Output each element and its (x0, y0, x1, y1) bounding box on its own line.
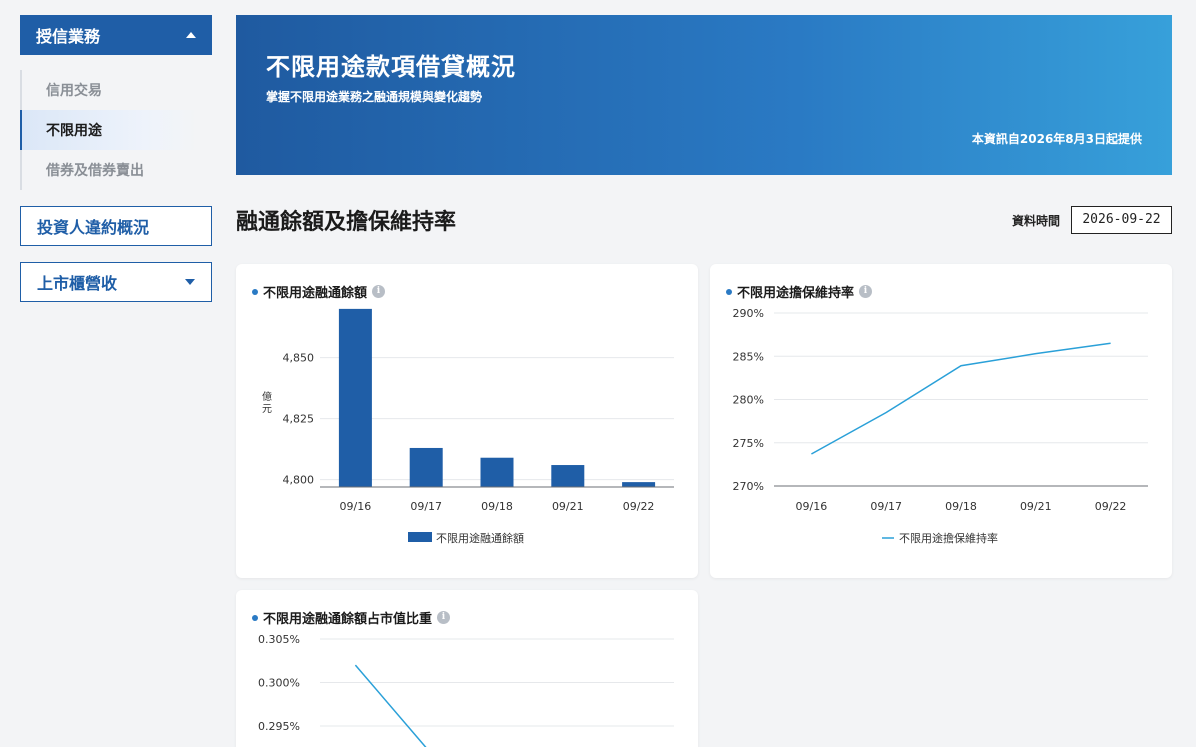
series-line (811, 342, 1111, 455)
bar (551, 465, 585, 487)
x-tick-label: 09/21 (552, 500, 584, 513)
line-chart: 0.295% 0.300% 0.305% (258, 633, 674, 747)
sidebar-item-label: 信用交易 (46, 83, 102, 99)
y-tick-label: 4,800 (283, 474, 315, 487)
bar-chart: 4,800 4,825 4,850 億元 09/16 09/17 09/18 09/21 09/… (262, 308, 674, 545)
sidebar-section-revenue[interactable]: 上市櫃營收 (20, 262, 212, 302)
sidebar-section-credit[interactable]: 授信業務 (20, 15, 212, 55)
y-tick-label: 0.295% (258, 720, 300, 733)
y-tick-label: 270% (733, 480, 764, 493)
date-picker-input[interactable]: 2026-09-22 (1071, 206, 1172, 234)
x-tick-label: 09/18 (945, 500, 977, 513)
chart-card-balance: 不限用途融通餘額 i 4,800 4,825 4,850 億元 09/16 09/17 09… (236, 264, 698, 578)
sidebar-item-securities-lending[interactable]: 借券及借券賣出 (22, 150, 212, 190)
data-availability-note: 本資訊自2026年8月3日起提供 (971, 132, 1142, 146)
series-line (354, 664, 427, 747)
y-tick-label: 0.300% (258, 677, 300, 690)
y-tick-label: 4,825 (283, 413, 315, 426)
sidebar-section-label: 上市櫃營收 (37, 274, 118, 293)
chart-card-maintenance-ratio: 不限用途擔保維持率 i 270% 275% 280% 285% 290% 09/16 09/… (710, 264, 1172, 578)
y-tick-label: 275% (733, 437, 764, 450)
page-banner: 不限用途款項借貸概況 掌握不限用途業務之融通規模與變化趨勢 本資訊自2026年8… (236, 15, 1172, 175)
legend-label: 不限用途擔保維持率 (899, 531, 998, 545)
sidebar-section-label: 授信業務 (36, 27, 101, 46)
section-title: 融通餘額及擔保維持率 (236, 210, 457, 235)
bar (409, 447, 443, 487)
y-tick-label: 290% (733, 307, 764, 320)
date-label: 資料時間 (1012, 214, 1061, 228)
y-axis-label: 元 (262, 404, 272, 415)
sidebar: 授信業務 信用交易 不限用途 借券及借券賣出 投資人違約概況 上市櫃營收 (20, 15, 212, 302)
y-tick-label: 285% (733, 350, 764, 363)
sidebar-item-label: 不限用途 (46, 123, 102, 139)
chevron-down-icon (185, 279, 195, 285)
x-tick-label: 09/18 (481, 500, 513, 513)
sidebar-section-investor-default[interactable]: 投資人違約概況 (20, 206, 212, 246)
page-title: 不限用途款項借貸概況 (266, 53, 516, 81)
y-tick-label: 280% (733, 394, 764, 407)
x-tick-label: 09/21 (1020, 500, 1052, 513)
bar (338, 308, 372, 487)
chart-card-market-cap-ratio: 不限用途融通餘額占市值比重 i 0.295% 0.300% 0.305% (236, 590, 698, 747)
x-tick-label: 09/16 (796, 500, 828, 513)
y-tick-label: 4,850 (283, 352, 315, 365)
sidebar-submenu: 信用交易 不限用途 借券及借券賣出 (20, 70, 212, 190)
x-tick-label: 09/22 (623, 500, 655, 513)
chevron-up-icon (186, 32, 196, 38)
y-axis-label: 億 (262, 390, 272, 403)
line-chart: 270% 275% 280% 285% 290% 09/16 09/17 09/18 09/21… (733, 307, 1148, 545)
bar (480, 457, 514, 487)
legend-swatch (408, 532, 432, 542)
x-tick-label: 09/16 (340, 500, 372, 513)
sidebar-section-label: 投資人違約概況 (37, 218, 150, 237)
x-tick-label: 09/22 (1095, 500, 1127, 513)
sidebar-item-label: 借券及借券賣出 (46, 163, 144, 179)
x-tick-label: 09/17 (870, 500, 902, 513)
sidebar-item-margin-trading[interactable]: 信用交易 (22, 70, 212, 110)
bar (622, 482, 656, 487)
sidebar-item-unrestricted[interactable]: 不限用途 (20, 110, 198, 150)
page-subtitle: 掌握不限用途業務之融通規模與變化趨勢 (266, 90, 483, 104)
x-tick-label: 09/17 (410, 500, 442, 513)
legend-label: 不限用途融通餘額 (436, 531, 524, 545)
y-tick-label: 0.305% (258, 633, 300, 646)
